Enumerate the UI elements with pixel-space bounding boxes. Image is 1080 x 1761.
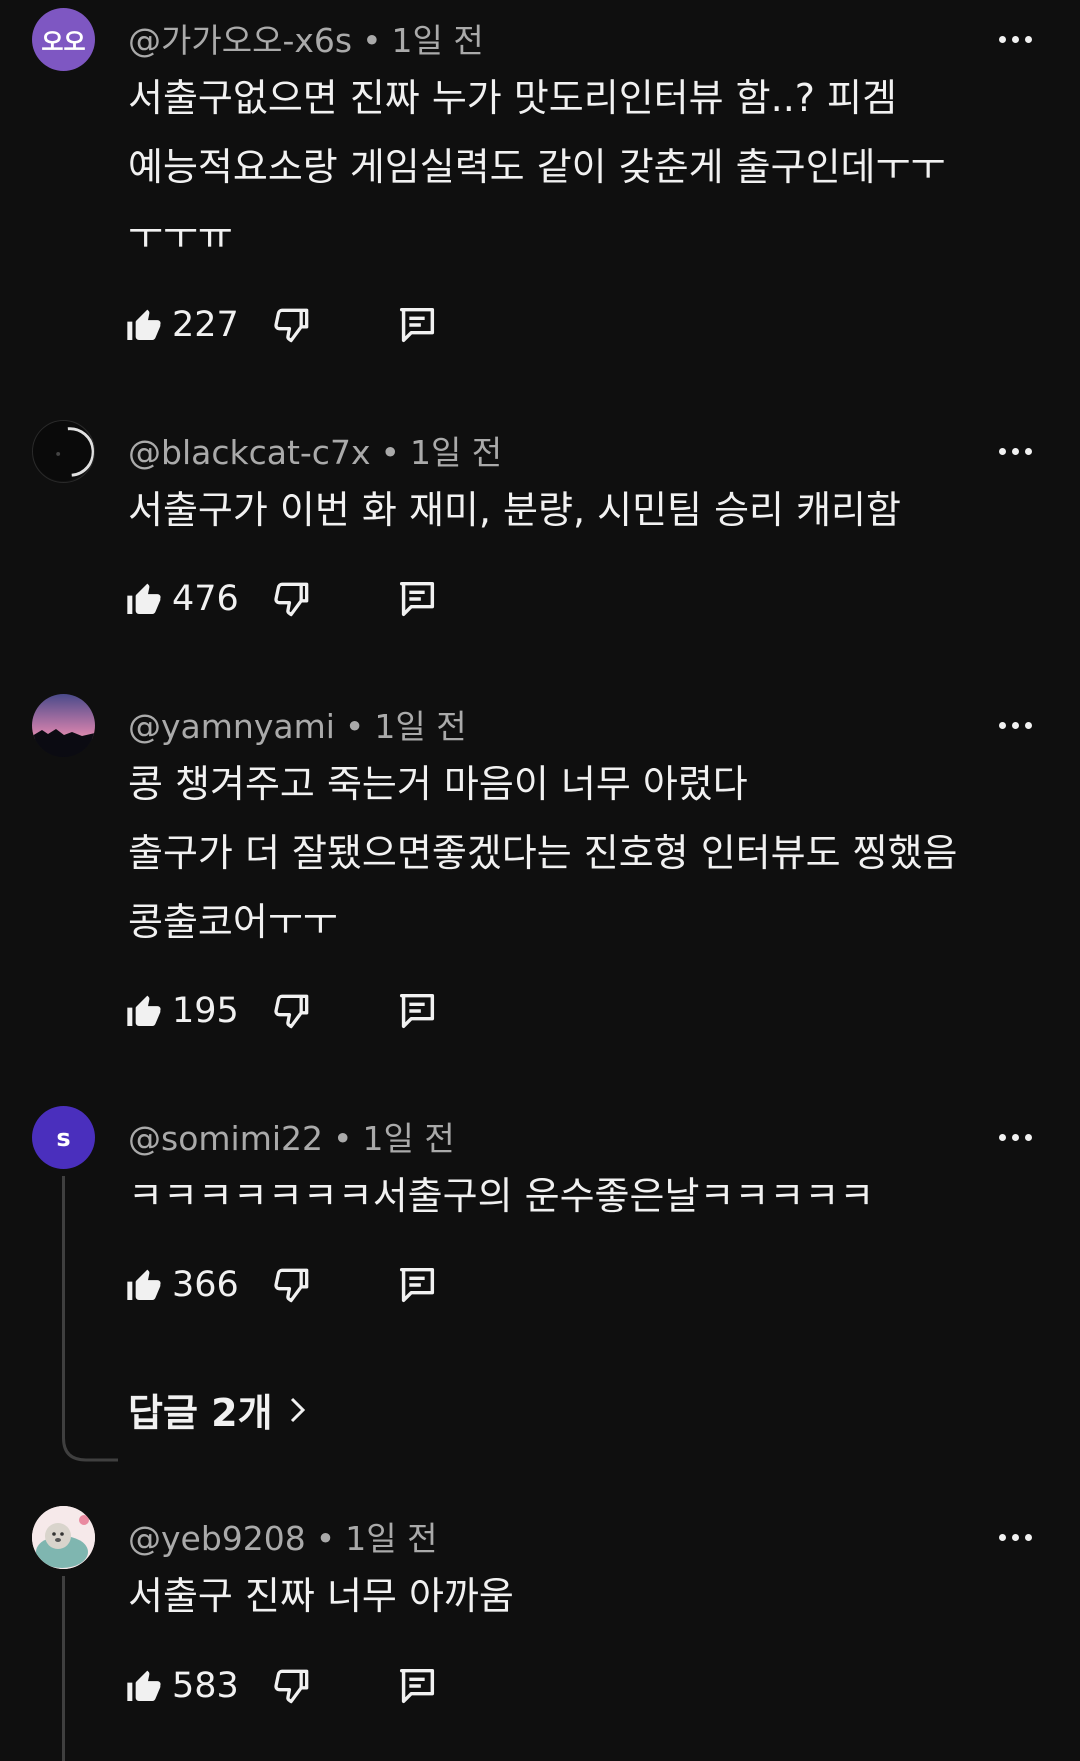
timestamp[interactable]: 1일 전 (345, 1519, 437, 1558)
thumbs-up-icon (127, 583, 161, 614)
comment-item: @yeb9208 • 1일 전 서출구 진짜 너무 아까움 583 (0, 1498, 1080, 1761)
comment-actions: 583 (124, 1661, 440, 1711)
comment-item: @blackcat-c7x • 1일 전 서출구가 이번 화 재미, 분량, 시민팀… (0, 412, 1080, 682)
comment-actions: 366 (124, 1260, 440, 1310)
avatar[interactable] (32, 420, 95, 483)
comment-icon (399, 1668, 435, 1704)
reply-button[interactable] (394, 988, 440, 1034)
comment-text: 콩 챙겨주고 죽는거 마음이 너무 아렸다 출구가 더 잘됐으면좋겠다는 진호형… (128, 762, 958, 944)
more-icon (998, 1133, 1006, 1141)
avatar-initials: s (56, 1123, 71, 1152)
separator-dot: • (344, 707, 365, 746)
timestamp[interactable]: 1일 전 (362, 1119, 454, 1158)
reply-button[interactable] (394, 576, 440, 622)
like-count: 476 (172, 579, 239, 619)
comment-item: s @somimi22 • 1일 전 ㅋㅋㅋㅋㅋㅋㅋ서출구의 운수좋은날ㅋㅋㅋㅋㅋ … (0, 1098, 1080, 1498)
more-icon (998, 721, 1006, 729)
comment-text: 서출구 진짜 너무 아까움 (128, 1574, 514, 1618)
comment-text: ㅋㅋㅋㅋㅋㅋㅋ서출구의 운수좋은날ㅋㅋㅋㅋㅋ (128, 1174, 875, 1218)
reply-button[interactable] (394, 1663, 440, 1709)
replies-count-label: 답글 2개 (128, 1391, 273, 1435)
black-cat-avatar-image (33, 421, 94, 482)
thread-curve (62, 1428, 118, 1462)
thumbs-down-icon (274, 582, 309, 617)
like-count: 366 (172, 1265, 239, 1305)
dislike-button[interactable] (270, 989, 314, 1033)
like-count: 227 (172, 305, 239, 345)
like-button[interactable]: 366 (124, 1265, 262, 1305)
thumbs-up-icon (127, 1269, 161, 1300)
comment-item: 오오 @가가오오-x6s • 1일 전 서출구없으면 진짜 누가 맛도리인터뷰 함.… (0, 0, 1080, 400)
separator-dot: • (333, 1119, 353, 1158)
more-options-button[interactable] (990, 24, 1040, 54)
more-icon (998, 35, 1006, 43)
dislike-button[interactable] (270, 1664, 314, 1708)
comment-actions: 227 (124, 300, 440, 350)
comment-icon (399, 581, 435, 617)
comment-header: @somimi22 • 1일 전 (128, 1112, 455, 1160)
thumbs-up-icon (127, 995, 161, 1026)
avatar[interactable]: s (32, 1106, 95, 1169)
timestamp[interactable]: 1일 전 (374, 707, 466, 746)
view-replies-button[interactable]: 답글 2개 (128, 1382, 309, 1437)
comment-header: @yeb9208 • 1일 전 (128, 1512, 437, 1560)
comment-feed: 오오 @가가오오-x6s • 1일 전 서출구없으면 진짜 누가 맛도리인터뷰 함.… (0, 0, 1080, 1761)
reply-button[interactable] (394, 302, 440, 348)
like-button[interactable]: 583 (124, 1666, 262, 1706)
comment-text: 서출구가 이번 화 재미, 분량, 시민팀 승리 캐리함 (128, 488, 901, 532)
sunset-avatar-image (32, 694, 95, 757)
avatar-initials: 오오 (41, 28, 86, 56)
thread-line (62, 1576, 65, 1761)
author-name[interactable]: @yeb9208 (128, 1519, 306, 1558)
avatar[interactable]: 오오 (32, 8, 95, 71)
comment-actions: 476 (124, 574, 440, 624)
avatar[interactable] (32, 1506, 95, 1569)
comment-icon (399, 993, 435, 1029)
separator-dot: • (380, 433, 400, 472)
comment-header: @가가오오-x6s • 1일 전 (128, 14, 484, 62)
timestamp[interactable]: 1일 전 (392, 21, 484, 60)
more-icon (998, 1533, 1006, 1541)
comment-text: 서출구없으면 진짜 누가 맛도리인터뷰 함..? 피겜 예능적요소랑 게임실력도… (128, 76, 946, 258)
like-button[interactable]: 476 (124, 579, 262, 619)
thumbs-down-icon (274, 994, 309, 1029)
more-options-button[interactable] (990, 710, 1040, 740)
thumbs-down-icon (274, 308, 309, 343)
author-name[interactable]: @somimi22 (128, 1119, 323, 1158)
thumbs-down-icon (274, 1268, 309, 1303)
dislike-button[interactable] (270, 577, 314, 621)
timestamp[interactable]: 1일 전 (410, 433, 502, 472)
thumbs-up-icon (127, 309, 161, 340)
dislike-button[interactable] (270, 1263, 314, 1307)
chevron-right-icon (290, 1397, 305, 1422)
thread-line (62, 1176, 65, 1438)
comment-icon (399, 307, 435, 343)
comment-icon (399, 1267, 435, 1303)
comment-header: @yamnyami • 1일 전 (128, 700, 467, 748)
author-name[interactable]: @yamnyami (128, 707, 335, 746)
like-button[interactable]: 195 (124, 991, 262, 1031)
author-name[interactable]: @blackcat-c7x (128, 433, 370, 472)
thumbs-down-icon (274, 1669, 309, 1704)
reply-button[interactable] (394, 1262, 440, 1308)
comment-item: @yamnyami • 1일 전 콩 챙겨주고 죽는거 마음이 너무 아렸다 출구가… (0, 686, 1080, 1086)
like-count: 195 (172, 991, 239, 1031)
separator-dot: • (362, 21, 382, 60)
more-options-button[interactable] (990, 1122, 1040, 1152)
dislike-button[interactable] (270, 303, 314, 347)
like-count: 583 (172, 1666, 239, 1706)
author-name[interactable]: @가가오오-x6s (128, 21, 352, 60)
thumbs-up-icon (127, 1670, 161, 1701)
avatar[interactable] (32, 694, 95, 757)
like-button[interactable]: 227 (124, 305, 262, 345)
comment-header: @blackcat-c7x • 1일 전 (128, 426, 502, 474)
more-options-button[interactable] (990, 436, 1040, 466)
more-options-button[interactable] (990, 1522, 1040, 1552)
seal-avatar-image (32, 1506, 95, 1569)
comment-actions: 195 (124, 986, 440, 1036)
separator-dot: • (315, 1519, 336, 1558)
more-icon (998, 447, 1006, 455)
